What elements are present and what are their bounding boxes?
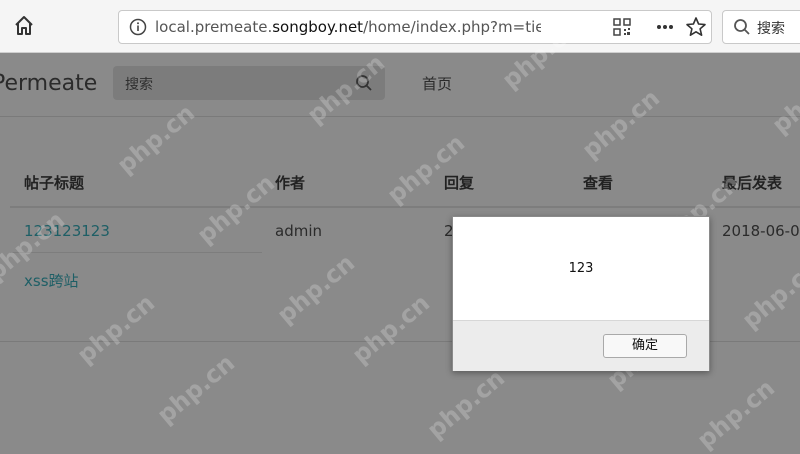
thread-author: admin [275, 222, 322, 240]
nav-home-link[interactable]: 首页 [422, 73, 452, 94]
alert-dialog: 123 确定 [452, 216, 710, 371]
url-text[interactable]: local.premeate.songboy.net/home/index.ph… [155, 18, 541, 36]
url-host: songboy.net [272, 18, 364, 36]
thread-title-link[interactable]: xss跨站 [24, 270, 79, 291]
row-divider [10, 252, 262, 253]
header-last-post: 最后发表 [722, 174, 783, 192]
alert-ok-button[interactable]: 确定 [603, 334, 687, 358]
search-icon [733, 18, 751, 36]
site-search-input[interactable]: 搜索 [113, 66, 385, 100]
navbar-divider [0, 116, 800, 117]
qr-code-icon[interactable] [613, 18, 631, 36]
url-path: /home/index.php?m=tiezi&a=index [363, 18, 541, 36]
site-brand[interactable]: Permeate [0, 71, 97, 96]
address-bar[interactable]: local.premeate.songboy.net/home/index.ph… [118, 10, 712, 44]
bookmark-star-icon[interactable] [685, 16, 707, 38]
thread-last-post: 2018-06-03 [722, 222, 800, 240]
browser-search-placeholder: 搜索 [757, 21, 785, 37]
header-divider [10, 206, 800, 208]
search-icon[interactable] [355, 74, 373, 92]
header-author: 作者 [275, 174, 306, 192]
alert-footer: 确定 [453, 320, 709, 371]
more-options-icon[interactable] [655, 17, 675, 37]
alert-message: 123 [568, 261, 594, 276]
browser-toolbar: local.premeate.songboy.net/home/index.ph… [0, 0, 800, 53]
site-navbar: Permeate 搜索 首页 [0, 53, 800, 117]
url-host-prefix: local.premeate. [155, 18, 273, 36]
info-icon[interactable] [129, 18, 147, 36]
site-search-placeholder: 搜索 [125, 77, 153, 93]
header-views: 查看 [583, 174, 614, 192]
thread-title-link[interactable]: 123123123 [24, 222, 110, 240]
header-replies: 回复 [444, 174, 475, 192]
browser-search-box[interactable]: 搜索 [722, 10, 800, 44]
home-icon[interactable] [10, 12, 38, 40]
header-title: 帖子标题 [24, 174, 85, 192]
